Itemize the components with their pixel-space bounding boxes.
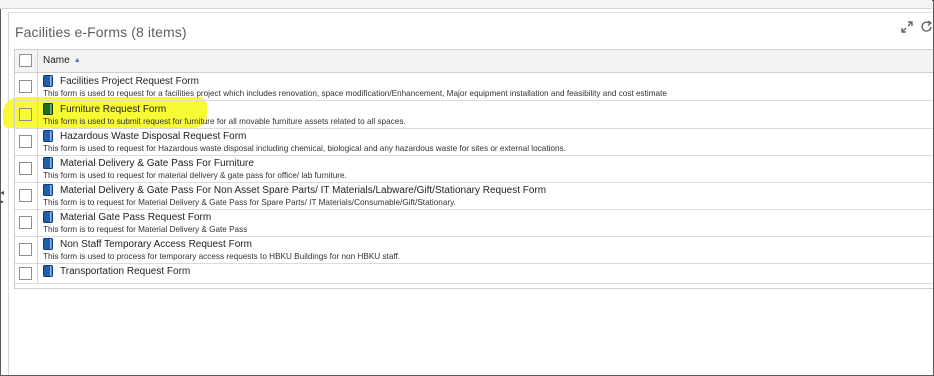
form-title-link[interactable]: Furniture Request Form bbox=[60, 104, 166, 115]
row-checkbox-cell bbox=[15, 128, 38, 155]
checkbox-column bbox=[15, 50, 38, 72]
collapse-handle-icon[interactable]: ◂ ▸ bbox=[0, 188, 4, 224]
form-description: This form is used to request for materia… bbox=[43, 171, 347, 180]
row-checkbox[interactable] bbox=[19, 243, 32, 256]
table-row[interactable]: Material Delivery & Gate Pass For Furnit… bbox=[15, 155, 933, 183]
row-checkbox-cell bbox=[15, 73, 38, 100]
form-title-link[interactable]: Material Delivery & Gate Pass For Non As… bbox=[60, 185, 546, 196]
form-title-link[interactable]: Material Delivery & Gate Pass For Furnit… bbox=[60, 158, 254, 169]
form-description: This form is used to submit request for … bbox=[43, 117, 406, 126]
row-checkbox[interactable] bbox=[19, 216, 32, 229]
form-title-link[interactable]: Material Gate Pass Request Form bbox=[60, 212, 211, 223]
form-title-link[interactable]: Hazardous Waste Disposal Request Form bbox=[60, 131, 246, 142]
row-checkbox-cell bbox=[15, 155, 38, 182]
form-title-link[interactable]: Non Staff Temporary Access Request Form bbox=[60, 239, 252, 250]
panel-title: Facilities e-Forms (8 items) bbox=[15, 24, 187, 40]
select-all-checkbox[interactable] bbox=[19, 54, 32, 67]
row-checkbox[interactable] bbox=[19, 135, 32, 148]
table-row[interactable]: Furniture Request Form This form is used… bbox=[15, 101, 933, 129]
row-checkbox-cell bbox=[15, 182, 38, 209]
sort-ascending-icon[interactable]: ▲ bbox=[74, 57, 81, 64]
table-row[interactable]: Material Delivery & Gate Pass For Non As… bbox=[15, 182, 933, 210]
form-icon bbox=[43, 238, 53, 250]
table-row[interactable]: Hazardous Waste Disposal Request Form Th… bbox=[15, 128, 933, 156]
row-checkbox-cell bbox=[15, 101, 38, 128]
form-icon bbox=[43, 75, 53, 87]
form-icon bbox=[43, 157, 53, 169]
table-row[interactable]: Material Gate Pass Request Form This for… bbox=[15, 209, 933, 237]
row-checkbox-cell bbox=[15, 209, 38, 236]
grid-header: Name ▲ bbox=[15, 50, 933, 73]
form-description: This form is used to process for tempora… bbox=[43, 252, 401, 261]
form-icon bbox=[43, 103, 53, 115]
refresh-icon[interactable] bbox=[920, 20, 934, 34]
form-description: This form is used to request for a facil… bbox=[43, 89, 667, 98]
form-icon bbox=[43, 265, 53, 277]
row-checkbox[interactable] bbox=[19, 80, 32, 93]
form-description: This form is used to request for Hazardo… bbox=[43, 144, 566, 153]
column-header-name[interactable]: Name ▲ bbox=[43, 55, 81, 66]
form-description: This form is to request for Material Del… bbox=[43, 225, 248, 234]
row-checkbox[interactable] bbox=[19, 189, 32, 202]
form-description: This form is to request for Material Del… bbox=[43, 198, 456, 207]
top-bar bbox=[0, 0, 932, 9]
row-checkbox-cell bbox=[15, 236, 38, 263]
column-header-label: Name bbox=[43, 55, 70, 66]
form-icon bbox=[43, 130, 53, 142]
table-row[interactable]: Transportation Request Form bbox=[15, 263, 933, 284]
form-title-link[interactable]: Transportation Request Form bbox=[60, 266, 190, 277]
form-icon bbox=[43, 211, 53, 223]
row-checkbox-cell bbox=[15, 263, 38, 283]
row-checkbox[interactable] bbox=[19, 108, 32, 121]
expand-icon[interactable] bbox=[900, 20, 914, 34]
table-row[interactable]: Non Staff Temporary Access Request Form … bbox=[15, 236, 933, 264]
form-title-link[interactable]: Facilities Project Request Form bbox=[60, 76, 199, 87]
table-row[interactable]: Facilities Project Request Form This for… bbox=[15, 73, 933, 101]
row-checkbox[interactable] bbox=[19, 267, 32, 280]
forms-grid: Name ▲ Facilities Project Request Form Th… bbox=[14, 49, 933, 289]
form-icon bbox=[43, 184, 53, 196]
row-checkbox[interactable] bbox=[19, 162, 32, 175]
